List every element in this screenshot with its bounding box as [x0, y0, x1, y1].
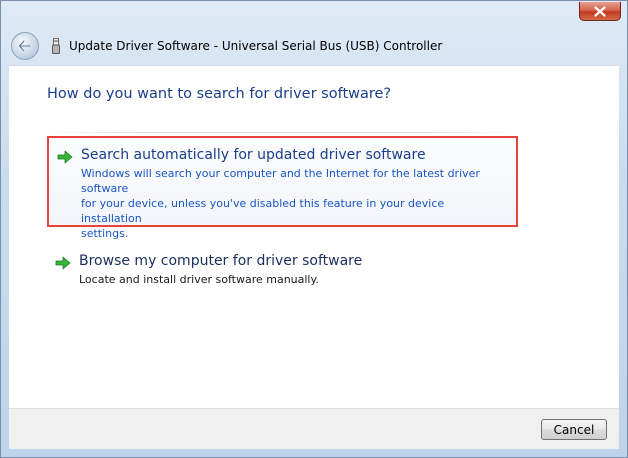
close-icon [594, 5, 606, 17]
browse-computer-option[interactable]: Browse my computer for driver software L… [47, 244, 518, 296]
page-heading: How do you want to search for driver sof… [47, 86, 392, 102]
option-description-line: settings. [81, 227, 129, 240]
dialog-window: Update Driver Software - Universal Seria… [0, 0, 628, 458]
usb-device-icon [51, 37, 61, 55]
option-description: Locate and install driver software manua… [79, 272, 508, 287]
option-title: Search automatically for updated driver … [81, 147, 426, 163]
close-button[interactable] [579, 2, 621, 21]
dialog-title: Update Driver Software - Universal Seria… [69, 39, 443, 53]
dialog-header: Update Driver Software - Universal Seria… [9, 27, 619, 65]
dialog-content: How do you want to search for driver sof… [9, 65, 619, 409]
options-divider [47, 132, 518, 133]
option-title: Browse my computer for driver software [79, 253, 363, 269]
option-description: Windows will search your computer and th… [81, 166, 506, 241]
back-arrow-icon [18, 40, 32, 52]
option-description-line: Windows will search your computer and th… [81, 167, 480, 195]
search-automatically-option[interactable]: Search automatically for updated driver … [47, 136, 518, 240]
back-button[interactable] [11, 32, 39, 60]
green-arrow-icon [57, 150, 73, 164]
green-arrow-icon [55, 256, 71, 270]
option-description-line: for your device, unless you've disabled … [81, 197, 445, 225]
cancel-button[interactable]: Cancel [541, 419, 607, 440]
dialog-footer: Cancel [9, 408, 619, 449]
option-description-line: Locate and install driver software manua… [79, 273, 319, 286]
